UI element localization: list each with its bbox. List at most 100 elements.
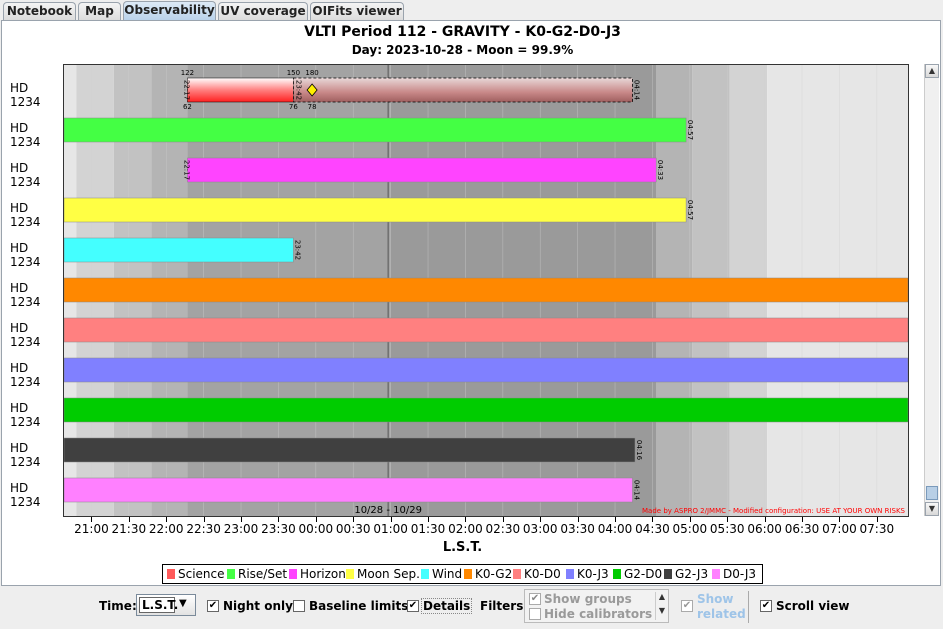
legend-swatch	[566, 569, 574, 579]
row-label: HD 1234	[10, 441, 41, 469]
details-label: Details	[421, 598, 473, 614]
filters-spinner[interactable]: ▲ ▼	[655, 592, 668, 620]
row-label: HD 1234	[10, 281, 41, 309]
show-related-checkbox[interactable]: ✔	[681, 600, 693, 612]
tab-notebook[interactable]: Notebook	[3, 2, 76, 20]
chart-subtitle: Day: 2023-10-28 - Moon = 99.9%	[351, 43, 574, 57]
tab-uv-coverage[interactable]: UV coverage	[218, 2, 308, 20]
legend-swatch	[712, 569, 720, 579]
time-select[interactable]: L.S.T. ▼	[136, 594, 196, 616]
elevation-top-label: 180	[305, 69, 318, 77]
hide-calibrators-label: Hide calibrators	[544, 607, 653, 621]
observability-bar	[64, 477, 633, 503]
baseline-limits-checkbox[interactable]	[293, 600, 305, 612]
tab-oifits-viewer[interactable]: OIFits viewer	[310, 2, 404, 20]
date-label: 10/28 - 10/29	[354, 505, 422, 516]
bar-start-label: 22:17	[182, 160, 190, 180]
spinner-up-icon[interactable]: ▲	[656, 592, 668, 601]
bar-end-label: 23:42	[293, 240, 301, 260]
legend-label: Wind	[432, 567, 463, 581]
elevation-top-label: 122	[181, 69, 194, 77]
hide-calibrators-checkbox[interactable]	[529, 608, 541, 620]
bar-end-label: 04:57	[686, 200, 694, 220]
chevron-down-icon: ▼	[179, 598, 187, 609]
row-label: HD 1234	[10, 321, 41, 349]
legend-label: K0-D0	[524, 567, 561, 581]
legend-label: D0-J3	[723, 567, 757, 581]
science-bar-extended	[292, 77, 633, 103]
bar-end-label: 04:16	[635, 440, 643, 461]
legend-item: Horizon	[289, 568, 346, 582]
scroll-down-button[interactable]: ▼	[925, 502, 939, 516]
legend-swatch	[513, 569, 521, 579]
chart-title: VLTI Period 112 - GRAVITY - K0-G2-D0-J3	[304, 24, 621, 40]
baseline-limits-label: Baseline limits	[309, 599, 409, 613]
show-groups-label: Show groups	[544, 592, 632, 606]
legend-item: Science	[167, 568, 225, 582]
observability-bar	[64, 397, 908, 423]
legend-swatch	[421, 569, 429, 579]
bar-mid-label: 23:42	[294, 80, 302, 100]
bottom-controls: Time: L.S.T. ▼ ✔ Night only Baseline lim…	[0, 587, 943, 629]
night-only-checkbox[interactable]: ✔	[207, 600, 219, 612]
legend-label: Moon Sep.	[357, 567, 420, 581]
observability-bar	[64, 437, 636, 463]
bar-end-label: 04:14	[632, 80, 640, 101]
chart-legend: Science Rise/Set Horizon Moon Sep. Wind K0-G2…	[162, 564, 763, 584]
legend-swatch	[289, 569, 297, 579]
show-groups-checkbox[interactable]: ✔	[529, 593, 541, 605]
details-checkbox[interactable]: ✔	[407, 600, 419, 612]
spinner-down-icon[interactable]: ▼	[656, 606, 668, 615]
legend-item: K0-G2	[464, 568, 512, 582]
legend-item: K0-J3	[566, 568, 609, 582]
bar-start-label: 22:17	[182, 80, 190, 100]
legend-item: D0-J3	[712, 568, 756, 582]
legend-item: G2-D0	[613, 568, 662, 582]
legend-label: G2-D0	[624, 567, 663, 581]
observability-bar	[64, 197, 687, 223]
legend-item: Wind	[421, 568, 462, 582]
tab-bar: Notebook Map Observability UV coverage O…	[0, 0, 943, 21]
tab-map[interactable]: Map	[78, 2, 121, 20]
row-label: HD 1234	[10, 121, 41, 149]
vertical-scrollbar[interactable]: ▲ ▼	[924, 64, 939, 516]
filters-list[interactable]: ✔ Show groups Hide calibrators ▲ ▼	[524, 589, 669, 623]
elevation-bottom-label: 62	[183, 103, 192, 111]
scroll-view-checkbox[interactable]: ✔	[760, 600, 772, 612]
observability-bar	[64, 117, 687, 143]
show-related-label: Show related	[697, 592, 746, 621]
filters-label: Filters:	[480, 599, 529, 613]
observability-bar	[64, 277, 908, 303]
bar-end-label: 04:57	[686, 120, 694, 140]
scroll-thumb[interactable]	[926, 486, 938, 500]
row-label: HD 1234	[10, 401, 41, 429]
row-label: HD 1234	[10, 161, 41, 189]
row-label: HD 1234	[10, 481, 41, 509]
x-axis-label: L.S.T.	[442, 540, 483, 555]
tab-observability[interactable]: Observability	[123, 1, 216, 21]
legend-label: Science	[178, 567, 225, 581]
science-bar	[187, 77, 294, 103]
row-label: HD 1234	[10, 81, 41, 109]
elevation-top-label: 150	[287, 69, 300, 77]
legend-swatch	[167, 569, 175, 579]
legend-swatch	[664, 569, 672, 579]
observability-bar	[187, 157, 657, 183]
legend-label: Rise/Set	[238, 567, 288, 581]
row-label: HD 1234	[10, 201, 41, 229]
legend-item: K0-D0	[513, 568, 561, 582]
x-tick-label: 07:30	[859, 522, 895, 536]
observability-bar	[64, 317, 908, 343]
legend-item: Moon Sep.	[346, 568, 420, 582]
legend-label: K0-G2	[475, 567, 513, 581]
observability-plot: 10/28 - 10/29 Made by ASPRO 2/JMMC - Modi…	[63, 64, 909, 517]
row-label: HD 1234	[10, 241, 41, 269]
legend-label: G2-J3	[675, 567, 709, 581]
plot-svg: 10/28 - 10/29 Made by ASPRO 2/JMMC - Modi…	[64, 65, 908, 516]
elevation-bottom-label: 76	[289, 103, 298, 111]
night-only-label: Night only	[223, 599, 293, 613]
legend-label: Horizon	[300, 567, 346, 581]
legend-label: K0-J3	[577, 567, 609, 581]
scroll-up-button[interactable]: ▲	[925, 64, 939, 78]
legend-swatch	[613, 569, 621, 579]
